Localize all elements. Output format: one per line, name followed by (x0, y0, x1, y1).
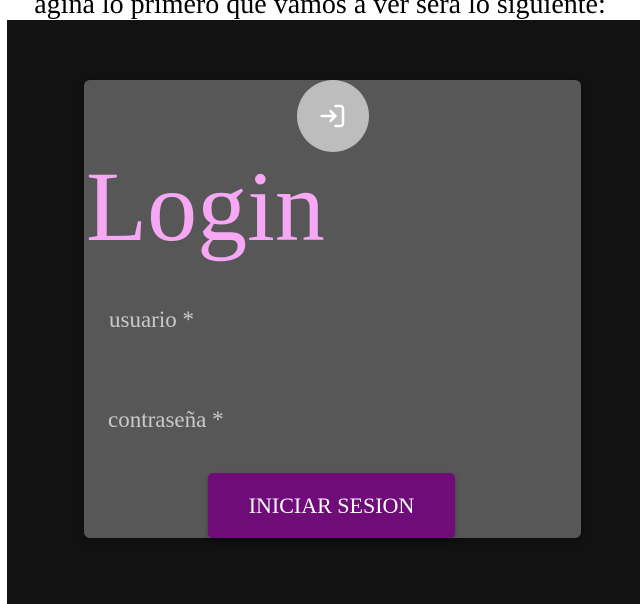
login-icon (320, 104, 345, 128)
login-button[interactable]: INICIAR SESION (208, 473, 455, 538)
login-avatar (297, 80, 369, 152)
page-caption: ágina lo primero que vamos a ver será lo… (34, 0, 606, 20)
username-field[interactable]: usuario * (109, 306, 194, 334)
password-field[interactable]: contraseña * (108, 406, 224, 434)
login-title: Login (86, 151, 325, 262)
